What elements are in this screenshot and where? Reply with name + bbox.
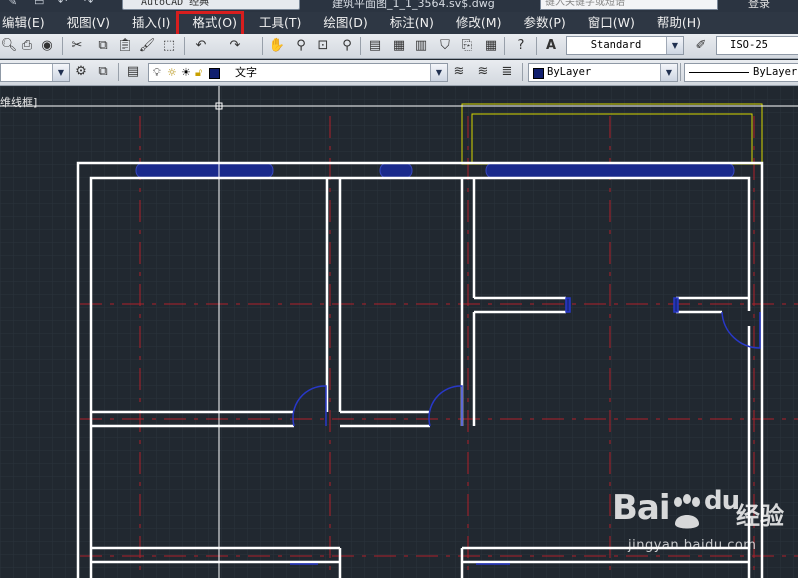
window	[135, 162, 274, 179]
layer-states-icon[interactable]: ⧉	[94, 63, 112, 81]
zoom-previous-icon[interactable]: ⚲	[338, 37, 356, 55]
door-jamb	[565, 297, 571, 313]
menu-help[interactable]: 帮助(H)	[646, 12, 712, 34]
undo-icon[interactable]: ↶	[192, 37, 210, 55]
document-title: 建筑平面图_1_1_3564.sv$.dwg	[332, 0, 495, 10]
layers-toolbar: ▼ ⚙ ⧉ ▤ 💡︎ ☼ ☀ 🔓︎ 文字 ▼ ≋ ≋ ≣ ByLayer ▼ B…	[0, 60, 798, 86]
dim-style-icon[interactable]: ✐	[692, 37, 710, 55]
lock-icon: 🔓︎	[195, 66, 203, 79]
menu-window[interactable]: 窗口(W)	[577, 12, 646, 34]
window	[485, 162, 735, 179]
markup-icon[interactable]: ⎘	[458, 37, 476, 55]
freeze-icon: ☀	[181, 66, 191, 79]
standard-toolbar: 🔍︎ ⎙ ◉ ✂ ⧉ 📋︎ 🖌︎ ⬚ ↶ ↷ ✋ ⚲ ⊡ ⚲ ▤ ▦ ▥ ⛉ ⎘…	[0, 34, 798, 59]
tool-palettes-icon[interactable]: ▥	[412, 37, 430, 55]
menu-dimension[interactable]: 标注(N)	[379, 12, 445, 34]
door-jamb	[673, 297, 679, 313]
zoom-realtime-icon[interactable]: ⚲	[292, 37, 310, 55]
help-icon[interactable]: ?	[512, 37, 530, 55]
layer-state-select[interactable]: ▼	[0, 63, 70, 82]
text-style-icon[interactable]: A	[542, 37, 560, 55]
workspace-select[interactable]: AutoCAD 经典	[122, 0, 300, 10]
cut-icon[interactable]: ✂	[68, 37, 86, 55]
layer-tools-icon[interactable]: ≣	[498, 63, 516, 81]
dim-style-select[interactable]: ISO-25	[716, 36, 798, 55]
print-icon[interactable]: ▭	[34, 0, 46, 8]
redo-icon[interactable]: ↷	[226, 37, 244, 55]
pan-icon[interactable]: ✋	[268, 37, 286, 55]
chevron-down-icon[interactable]: ▼	[430, 64, 447, 81]
layer-settings-icon[interactable]: ⚙	[72, 63, 90, 81]
layer-previous-icon[interactable]: ≋	[474, 63, 492, 81]
menu-parameters[interactable]: 参数(P)	[512, 12, 576, 34]
linetype-select[interactable]: ByLayer	[684, 63, 798, 82]
menu-insert[interactable]: 插入(I)	[121, 12, 181, 34]
undo-quick-icon[interactable]: ↶	[58, 0, 70, 8]
menu-modify[interactable]: 修改(M)	[445, 12, 513, 34]
sheet-set-icon[interactable]: ⛉	[436, 37, 454, 55]
menu-bar: 编辑(E) 视图(V) 插入(I) 格式(O) 工具(T) 绘图(D) 标注(N…	[0, 12, 798, 34]
sun-icon: ☼	[167, 66, 177, 79]
calculator-icon[interactable]: ▦	[482, 37, 500, 55]
drawing-canvas[interactable]: 维线框]	[0, 86, 798, 578]
redo-quick-icon[interactable]: ↷	[84, 0, 96, 8]
plot-icon[interactable]: ⎙	[18, 37, 36, 55]
menu-view[interactable]: 视图(V)	[56, 12, 121, 34]
copy-icon[interactable]: ⧉	[94, 37, 112, 55]
color-select[interactable]: ByLayer ▼	[528, 63, 678, 82]
menu-edit[interactable]: 编辑(E)	[0, 12, 56, 34]
lightbulb-icon: 💡︎	[153, 66, 161, 79]
login-button[interactable]: 登录	[748, 0, 770, 11]
zoom-window-icon[interactable]: ⊡	[314, 37, 332, 55]
menu-tools[interactable]: 工具(T)	[248, 12, 312, 34]
drawing-grid	[0, 86, 798, 578]
open-icon[interactable]: 🔍︎	[0, 37, 18, 55]
text-style-select[interactable]: Standard ▼	[566, 36, 684, 55]
menu-format[interactable]: 格式(O)	[181, 12, 248, 34]
title-bar: ✎ ▭ ↶ ↷ AutoCAD 经典 建筑平面图_1_1_3564.sv$.dw…	[0, 0, 798, 12]
preview-icon[interactable]: ◉	[38, 37, 56, 55]
properties-icon[interactable]: ▤	[366, 37, 384, 55]
viewport-label[interactable]: 维线框]	[0, 94, 37, 110]
chevron-down-icon[interactable]: ▼	[666, 37, 683, 54]
menu-draw[interactable]: 绘图(D)	[312, 12, 378, 34]
window	[379, 162, 413, 179]
search-input[interactable]: 键入关键字或短语	[540, 0, 718, 10]
floor-plan	[0, 86, 798, 578]
design-center-icon[interactable]: ▦	[390, 37, 408, 55]
paste-icon[interactable]: 📋︎	[116, 37, 134, 55]
make-current-icon[interactable]: ≋	[450, 63, 468, 81]
match-properties-icon[interactable]: 🖌︎	[138, 37, 156, 55]
layer-manager-icon[interactable]: ▤	[124, 63, 142, 81]
block-editor-icon[interactable]: ⬚	[160, 37, 178, 55]
linetype-sample	[689, 72, 749, 73]
layer-color-swatch	[209, 68, 220, 79]
chevron-down-icon[interactable]: ▼	[52, 64, 69, 81]
chevron-down-icon[interactable]: ▼	[660, 64, 677, 81]
layer-select[interactable]: 💡︎ ☼ ☀ 🔓︎ 文字 ▼	[148, 63, 448, 82]
app-menu-icon[interactable]: ✎	[8, 0, 20, 8]
